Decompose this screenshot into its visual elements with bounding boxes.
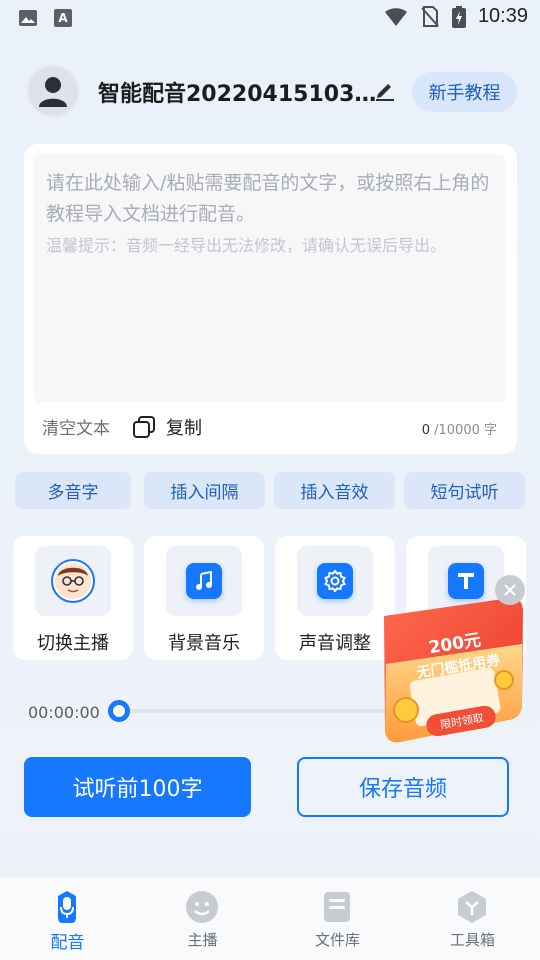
nav-item-anchor[interactable]: 主播: [135, 878, 270, 960]
smiley-icon: [186, 891, 218, 923]
tool-label: 背景音乐: [168, 633, 240, 654]
copy-icon: [133, 416, 155, 438]
chip-insert-sfx[interactable]: 插入音效: [274, 472, 395, 509]
project-title: 智能配音20220415103…: [98, 82, 377, 107]
nav-label: 文件库: [314, 931, 360, 949]
text-t-icon: [458, 573, 474, 589]
text-editor-card: 请在此处输入/粘贴需要配音的文字，或按照右上角的教程导入文档进行配音。 温馨提示…: [24, 144, 517, 454]
preview-100-button[interactable]: 试听前100字: [24, 757, 251, 817]
anchor-avatar-icon: [51, 559, 95, 603]
copy-button[interactable]: 复制: [132, 414, 202, 440]
nav-label: 主播: [187, 931, 218, 949]
folder-icon: [324, 892, 350, 922]
playback-time: 00:00:00: [28, 703, 100, 722]
nav-label: 配音: [50, 933, 85, 953]
save-audio-button[interactable]: 保存音频: [297, 757, 509, 817]
copy-label: 复制: [166, 418, 202, 439]
user-avatar[interactable]: [26, 64, 80, 118]
tool-background-music[interactable]: 背景音乐: [144, 536, 264, 660]
nav-label: 工具箱: [449, 931, 495, 949]
text-input-area[interactable]: 请在此处输入/粘贴需要配音的文字，或按照右上角的教程导入文档进行配音。 温馨提示…: [34, 154, 505, 402]
user-silhouette-icon: [39, 77, 67, 107]
font-notification-icon: A: [54, 9, 72, 27]
char-limit: /10000 字: [430, 423, 497, 438]
export-tip: 温馨提示：音频一经导出无法修改，请确认无误后导出。: [46, 236, 447, 255]
close-icon: [504, 584, 516, 596]
bottom-nav: 配音 主播 文件库 工具箱: [0, 878, 540, 960]
edit-pencil-icon[interactable]: [374, 79, 396, 101]
status-bar: A 10:39: [0, 0, 540, 36]
svg-text:A: A: [58, 11, 68, 25]
tutorial-button[interactable]: 新手教程: [412, 72, 517, 112]
char-count: 0: [421, 423, 430, 438]
nav-item-dubbing[interactable]: 配音: [0, 878, 135, 960]
status-left-icons: A: [18, 9, 72, 27]
tool-icon-box: [297, 546, 373, 616]
chip-polyphonic[interactable]: 多音字: [15, 472, 131, 509]
playback-thumb[interactable]: [108, 700, 130, 722]
status-time: 10:39: [477, 5, 528, 27]
tool-switch-anchor[interactable]: 切换主播: [13, 536, 133, 660]
toolbox-icon: [458, 891, 486, 923]
coupon-promo-banner[interactable]: 200元 无门槛抵用券 限时领取: [376, 592, 526, 748]
clear-text-button[interactable]: 清空文本: [42, 414, 110, 439]
char-counter: 0 /10000 字: [422, 419, 497, 438]
battery-charging-icon: [451, 5, 466, 28]
text-input-placeholder: 请在此处输入/粘贴需要配音的文字，或按照右上角的教程导入文档进行配音。: [46, 172, 490, 225]
status-right: 10:39: [384, 5, 528, 28]
mic-icon: [58, 891, 76, 923]
promo-close-button[interactable]: [495, 575, 525, 605]
chip-sentence-preview[interactable]: 短句试听: [404, 472, 525, 509]
tool-icon-box: [166, 546, 242, 616]
music-note-icon: [196, 571, 212, 590]
wifi-icon: [384, 7, 407, 26]
tool-label: 切换主播: [37, 633, 109, 654]
tool-icon-box: [35, 546, 111, 616]
gallery-notification-icon: [19, 10, 37, 26]
nav-item-library[interactable]: 文件库: [270, 878, 405, 960]
gear-icon: [324, 570, 346, 592]
no-sim-icon: [421, 5, 439, 27]
chip-insert-pause[interactable]: 插入间隔: [144, 472, 265, 509]
nav-item-toolbox[interactable]: 工具箱: [405, 878, 540, 960]
